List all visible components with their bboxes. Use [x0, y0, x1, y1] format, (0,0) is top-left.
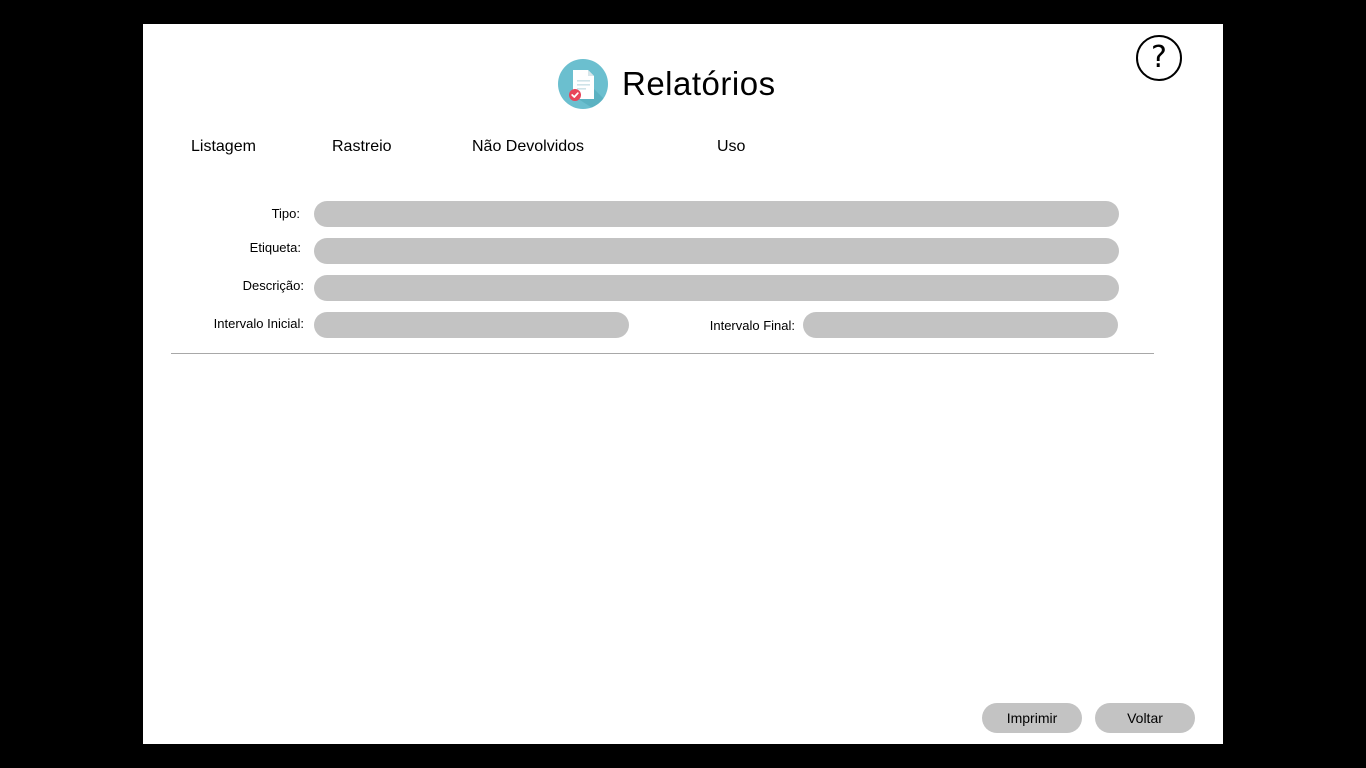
back-button[interactable]: Voltar	[1095, 703, 1195, 733]
tab-nao-devolvidos[interactable]: Não Devolvidos	[472, 138, 584, 156]
descricao-field[interactable]	[314, 275, 1119, 301]
tab-uso[interactable]: Uso	[717, 138, 745, 156]
page-header: Relatórios	[558, 58, 776, 110]
descricao-label: Descrição:	[242, 278, 304, 293]
question-icon: ?	[1151, 40, 1167, 75]
etiqueta-field[interactable]	[314, 238, 1119, 264]
intervalo-inicial-field[interactable]	[314, 312, 629, 338]
tab-rastreio[interactable]: Rastreio	[332, 138, 392, 156]
reports-window: ? Relatórios Listagem Rastreio Não Devol…	[143, 24, 1223, 744]
etiqueta-label: Etiqueta:	[249, 240, 301, 255]
tab-listagem[interactable]: Listagem	[191, 138, 256, 156]
tipo-field[interactable]	[314, 201, 1119, 227]
intervalo-final-label: Intervalo Final:	[709, 318, 795, 333]
page-title: Relatórios	[622, 65, 776, 102]
intervalo-final-field[interactable]	[803, 312, 1118, 338]
print-button[interactable]: Imprimir	[982, 703, 1082, 733]
report-tabs: Listagem Rastreio Não Devolvidos Uso	[143, 138, 1223, 160]
help-button[interactable]: ?	[1136, 35, 1182, 81]
intervalo-inicial-label: Intervalo Inicial:	[213, 316, 304, 331]
report-document-icon	[558, 59, 608, 109]
tipo-label: Tipo:	[271, 206, 300, 221]
section-divider	[171, 353, 1154, 354]
